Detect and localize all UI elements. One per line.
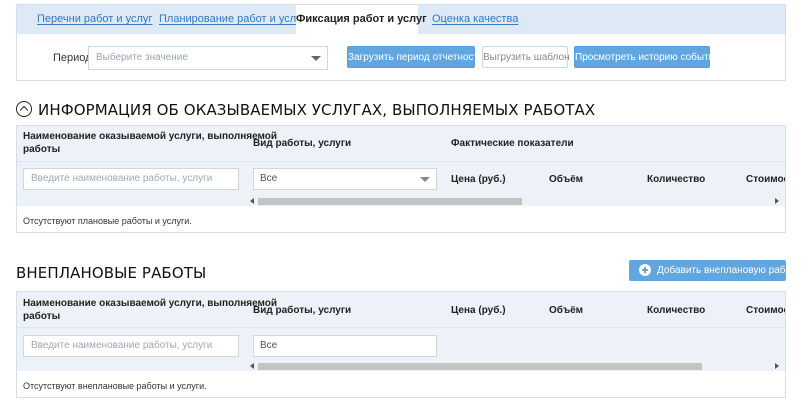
- col-service-name: Наименование оказываемой услуги, выполня…: [23, 297, 277, 323]
- planned-section-title: ИНФОРМАЦИЯ ОБ ОКАЗЫВАЕМЫХ УСЛУГАХ, ВЫПОЛ…: [38, 101, 596, 119]
- scroll-right-icon[interactable]: [775, 198, 779, 204]
- col-price: Цена (руб.): [451, 174, 506, 185]
- top-panel: Перечни работ и услуг Планирование работ…: [16, 4, 786, 81]
- tab-bar: Перечни работ и услуг Планирование работ…: [17, 5, 785, 34]
- col-quantity: Количество: [647, 174, 706, 185]
- add-unplanned-work-button[interactable]: Добавить внеплановую работу: [629, 260, 801, 281]
- col-service-name-line2: работы: [23, 311, 61, 322]
- unplanned-table-header: Наименование оказываемой услуги, выполня…: [17, 292, 785, 328]
- add-unplanned-work-label: Добавить внеплановую работу: [657, 265, 801, 276]
- unplanned-name-filter[interactable]: Введите наименование работы, услуги: [23, 335, 239, 357]
- planned-filter-row: Введите наименование работы, услуги Все …: [17, 162, 785, 196]
- tab-work-fixation[interactable]: Фиксация работ и услуг: [296, 5, 427, 34]
- planned-works-table: Наименование оказываемой услуги, выполня…: [16, 125, 786, 233]
- scroll-left-icon[interactable]: [250, 363, 254, 369]
- unplanned-filter-row: Введите наименование работы, услуги Все: [17, 328, 785, 361]
- planned-table-header: Наименование оказываемой услуги, выполня…: [17, 126, 785, 162]
- col-volume: Объём: [549, 305, 584, 316]
- unplanned-works-table: Наименование оказываемой услуги, выполня…: [16, 291, 786, 398]
- unplanned-type-filter[interactable]: Все: [253, 335, 437, 357]
- col-service-name: Наименование оказываемой услуги, выполня…: [23, 130, 277, 156]
- load-period-button[interactable]: Загрузить период отчетности: [347, 46, 484, 68]
- col-volume: Объём: [549, 174, 584, 185]
- scroll-left-icon[interactable]: [250, 198, 254, 204]
- tab-work-lists[interactable]: Перечни работ и услуг: [37, 5, 152, 34]
- period-select[interactable]: Выберите значение: [88, 46, 328, 70]
- col-quantity: Количество: [647, 305, 706, 316]
- view-history-button[interactable]: Просмотреть историю событий: [574, 46, 720, 68]
- tab-work-planning[interactable]: Планирование работ и услуг: [159, 5, 306, 34]
- chevron-down-icon: [311, 56, 321, 61]
- planned-type-filter[interactable]: Все: [253, 168, 437, 190]
- chevron-down-icon: [420, 177, 430, 182]
- col-service-name-line1: Наименование оказываемой услуги, выполня…: [23, 298, 278, 309]
- planned-empty-message: Отсутствуют плановые работы и услуги.: [23, 216, 192, 226]
- col-service-name-line2: работы: [23, 144, 61, 155]
- period-label: Период: [53, 52, 92, 64]
- scroll-right-icon[interactable]: [775, 363, 779, 369]
- col-actual-indicators: Фактические показатели: [451, 138, 574, 149]
- unplanned-scroll-thumb[interactable]: [258, 363, 702, 370]
- planned-horizontal-scrollbar[interactable]: [17, 196, 785, 206]
- planned-scroll-thumb[interactable]: [258, 198, 522, 205]
- collapse-up-icon[interactable]: [16, 101, 32, 117]
- col-cost: Стоимость: [746, 305, 785, 316]
- col-work-type: Вид работы, услуги: [253, 138, 352, 149]
- planned-name-filter[interactable]: Введите наименование работы, услуги: [23, 168, 239, 190]
- unplanned-horizontal-scrollbar[interactable]: [17, 361, 785, 371]
- col-price: Цена (руб.): [451, 305, 506, 316]
- period-select-placeholder: Выберите значение: [96, 52, 188, 63]
- unplanned-type-filter-value: Все: [260, 340, 278, 351]
- unplanned-section-title: ВНЕПЛАНОВЫЕ РАБОТЫ: [16, 264, 207, 282]
- export-template-button[interactable]: Выгрузить шаблон: [482, 46, 570, 68]
- col-cost: Стоимость: [746, 174, 785, 185]
- col-work-type: Вид работы, услуги: [253, 305, 352, 316]
- planned-type-filter-value: Все: [260, 173, 278, 184]
- plus-circle-icon: [639, 264, 651, 276]
- tab-quality-assessment[interactable]: Оценка качества: [432, 5, 518, 34]
- col-service-name-line1: Наименование оказываемой услуги, выполня…: [23, 131, 278, 142]
- unplanned-empty-message: Отсутствуют внеплановые работы и услуги.: [23, 381, 207, 391]
